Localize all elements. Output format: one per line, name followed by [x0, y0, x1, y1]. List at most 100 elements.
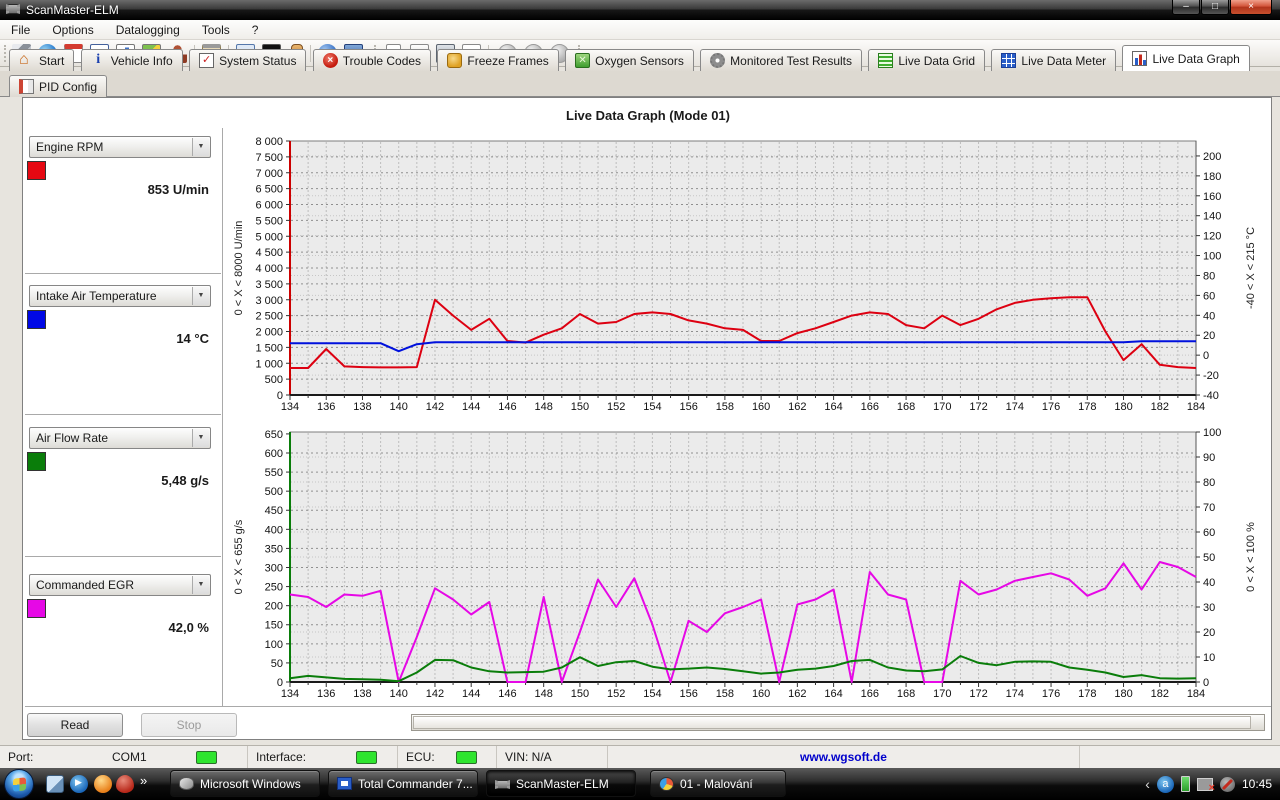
app-icon	[6, 4, 20, 14]
svg-text:138: 138	[353, 688, 371, 700]
start-button[interactable]	[4, 769, 34, 799]
svg-text:160: 160	[752, 401, 770, 413]
chevron-down-icon[interactable]: ▼	[192, 576, 209, 594]
menu-datalogging[interactable]: Datalogging	[105, 21, 191, 39]
sound-muted-icon[interactable]	[1220, 777, 1235, 792]
pid-select-2[interactable]: Intake Air Temperature ▼	[29, 285, 211, 307]
taskbar-button-microsoft-windows[interactable]: Microsoft Windows	[170, 770, 320, 797]
tab-monitored-test-results[interactable]: Monitored Test Results	[700, 49, 862, 71]
tab-oxygen-sensors[interactable]: ✕Oxygen Sensors	[565, 49, 694, 71]
panel-divider	[25, 556, 221, 557]
svg-text:146: 146	[498, 688, 516, 700]
graph-scrollbar-thumb[interactable]	[413, 716, 1251, 729]
menu-options[interactable]: Options	[41, 21, 104, 39]
tab-label: Live Data Graph	[1152, 52, 1239, 66]
svg-text:180: 180	[1114, 401, 1132, 413]
svg-text:148: 148	[535, 401, 553, 413]
menu-help[interactable]: ?	[241, 21, 270, 39]
taskbar-button-total-commander[interactable]: Total Commander 7...	[328, 770, 478, 797]
svg-text:142: 142	[426, 688, 444, 700]
chevron-down-icon[interactable]: ▼	[192, 429, 209, 447]
status-vin: VIN: N/A	[497, 746, 608, 769]
pid-value-4: 42,0 %	[39, 620, 209, 635]
tab-trouble-codes[interactable]: ×Trouble Codes	[313, 49, 431, 71]
svg-text:6 000: 6 000	[255, 200, 283, 212]
maximize-button[interactable]: □	[1201, 0, 1229, 15]
svg-text:182: 182	[1151, 688, 1169, 700]
checkbox-icon: ✓	[199, 53, 214, 68]
ecu-label: ECU:	[406, 750, 435, 764]
media-player-icon[interactable]	[70, 775, 88, 793]
launcher-red-icon[interactable]	[116, 775, 134, 793]
svg-text:120: 120	[1203, 231, 1221, 243]
show-desktop-icon[interactable]	[46, 775, 64, 793]
svg-text:144: 144	[462, 688, 480, 700]
tab-system-status[interactable]: ✓ System Status	[189, 49, 306, 71]
tab-start[interactable]: ⌂Start	[9, 49, 74, 71]
taskbar: » Microsoft Windows Total Commander 7...…	[0, 768, 1280, 800]
read-button[interactable]: Read	[27, 713, 123, 737]
svg-text:3 000: 3 000	[255, 295, 283, 307]
svg-text:50: 50	[271, 658, 283, 670]
svg-text:40: 40	[1203, 310, 1215, 322]
tray-chevron-icon[interactable]: ‹	[1145, 776, 1150, 792]
panel-divider	[25, 273, 221, 274]
taskbar-button-scanmaster[interactable]: ScanMaster-ELM	[486, 770, 636, 797]
graph-icon	[1132, 51, 1147, 66]
tab-label: System Status	[219, 54, 296, 68]
pid-select-4[interactable]: Commanded EGR ▼	[29, 574, 211, 596]
svg-text:164: 164	[824, 688, 842, 700]
tab-live-data-grid[interactable]: Live Data Grid	[868, 49, 985, 71]
chevron-down-icon[interactable]: ▼	[192, 138, 209, 156]
svg-text:136: 136	[317, 401, 335, 413]
status-link-segment: www.wgsoft.de	[608, 746, 1080, 769]
pid-select-1[interactable]: Engine RPM ▼	[29, 136, 211, 158]
svg-text:0 < X < 655 g/s: 0 < X < 655 g/s	[233, 519, 245, 594]
svg-text:60: 60	[1203, 527, 1215, 539]
svg-text:6 500: 6 500	[255, 184, 283, 196]
svg-text:172: 172	[969, 401, 987, 413]
minimize-button[interactable]: –	[1172, 0, 1200, 15]
chip-icon	[495, 780, 510, 789]
battery-icon[interactable]	[1181, 776, 1190, 792]
svg-text:154: 154	[643, 688, 661, 700]
menu-tools[interactable]: Tools	[191, 21, 241, 39]
svg-text:178: 178	[1078, 401, 1096, 413]
freeze-icon	[447, 53, 462, 68]
svg-text:450: 450	[265, 505, 283, 517]
taskbar-button-malovani[interactable]: 01 - Malování	[650, 770, 786, 797]
svg-text:178: 178	[1078, 688, 1096, 700]
svg-text:168: 168	[897, 688, 915, 700]
svg-text:250: 250	[265, 582, 283, 594]
tab-vehicle-info[interactable]: iVehicle Info	[81, 49, 183, 71]
chevron-down-icon[interactable]: ▼	[192, 287, 209, 305]
tab-live-data-meter[interactable]: Live Data Meter	[991, 49, 1116, 71]
gear-icon	[710, 53, 725, 68]
graph-scrollbar[interactable]	[411, 714, 1265, 731]
network-disconnected-icon[interactable]	[1197, 778, 1213, 791]
pid-select-3[interactable]: Air Flow Rate ▼	[29, 427, 211, 449]
close-button[interactable]: ×	[1230, 0, 1272, 15]
tab-label: Live Data Grid	[898, 54, 975, 68]
stop-button[interactable]: Stop	[141, 713, 237, 737]
tab-pid-config[interactable]: PID Config	[9, 75, 107, 97]
svg-text:150: 150	[265, 620, 283, 632]
svg-text:30: 30	[1203, 602, 1215, 614]
menu-file[interactable]: File	[0, 21, 41, 39]
svg-text:162: 162	[788, 688, 806, 700]
desktop: ScanMaster-ELM – □ × File Options Datalo…	[0, 0, 1280, 800]
quick-launch-more-icon[interactable]: »	[140, 773, 147, 788]
svg-text:138: 138	[353, 401, 371, 413]
language-a-icon[interactable]: a	[1157, 776, 1174, 793]
svg-text:152: 152	[607, 688, 625, 700]
svg-text:400: 400	[265, 524, 283, 536]
tab-freeze-frames[interactable]: Freeze Frames	[437, 49, 558, 71]
status-interface: Interface:	[248, 746, 398, 769]
pid-select-2-value: Intake Air Temperature	[36, 289, 157, 303]
svg-text:7 500: 7 500	[255, 152, 283, 164]
airflow-egr-chart: 6506005505004504003503002502001501005001…	[228, 421, 1272, 709]
website-link[interactable]: www.wgsoft.de	[608, 750, 1079, 764]
launcher-orange-icon[interactable]	[94, 775, 112, 793]
window-title: ScanMaster-ELM	[26, 3, 119, 17]
tab-live-data-graph[interactable]: Live Data Graph	[1122, 45, 1249, 71]
